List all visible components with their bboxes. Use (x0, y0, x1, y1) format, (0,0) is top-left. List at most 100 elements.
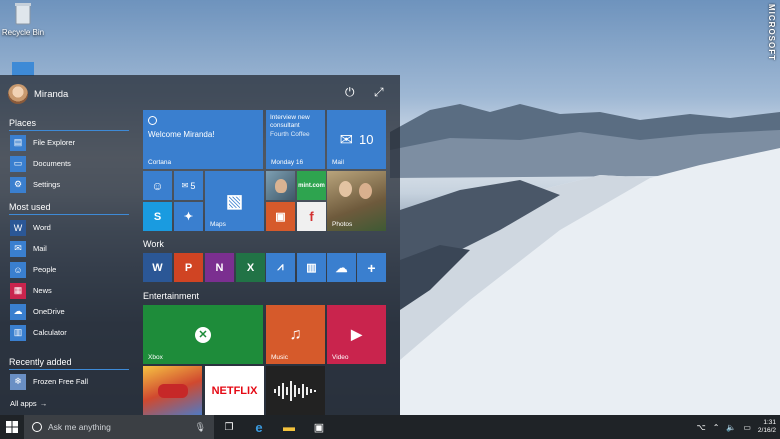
tile-people[interactable]: ☺ (143, 171, 172, 200)
app-mail[interactable]: ✉ Mail (10, 239, 47, 258)
tile-mint[interactable]: mint.com (297, 171, 326, 200)
tile-word[interactable]: W (143, 253, 172, 282)
tile-contact-photo[interactable] (266, 171, 295, 200)
calendar-date: Monday 16 (271, 159, 304, 166)
mail-count: 10 (358, 132, 374, 147)
taskbar-file-explorer[interactable]: ▬ (274, 415, 304, 439)
tile-onenote[interactable]: N (205, 253, 234, 282)
start-menu: Miranda Places ▤ File Explorer ▭ Documen… (0, 75, 400, 415)
windows-store-desktop-icon[interactable] (12, 62, 34, 76)
mail-icon: ✉ (339, 131, 353, 149)
clock[interactable]: 1:31 2/16/2 (758, 419, 776, 435)
item-label: Calculator (33, 328, 67, 337)
tile-onedrive[interactable]: ☁ (327, 253, 356, 282)
app-people[interactable]: ☺ People (10, 260, 56, 279)
tile-add[interactable]: + (357, 253, 386, 282)
tile-audio-app[interactable] (266, 366, 325, 415)
photo-person-icon (339, 181, 352, 197)
tile-excel[interactable]: X (236, 253, 265, 282)
start-button[interactable] (0, 415, 24, 439)
trash-icon (15, 3, 31, 25)
car-icon (157, 383, 188, 398)
all-apps-button[interactable]: All apps → (10, 399, 47, 408)
item-label: Frozen Free Fall (33, 377, 89, 386)
taskbar-edge[interactable]: e (244, 415, 274, 439)
item-label: Settings (33, 180, 61, 189)
tile-skype[interactable]: S (143, 202, 172, 231)
tile-calendar[interactable]: Interview new consultant Fourth Coffee M… (266, 110, 325, 169)
news-icon: ▦ (10, 282, 26, 299)
chat-icon: ✉ (181, 181, 189, 190)
tile-twitter[interactable]: ✦ (174, 202, 203, 231)
store-bag-icon: ▣ (275, 211, 286, 223)
tile-mail[interactable]: ✉ 10 Mail (327, 110, 386, 169)
tile-photos[interactable]: Photos (327, 171, 386, 231)
tile-calculator[interactable]: ▥ (297, 253, 326, 282)
chevron-up-icon[interactable]: ⌃ (713, 423, 720, 432)
cloud-icon: ☁ (10, 303, 26, 320)
tile-flipboard[interactable]: f (297, 202, 326, 231)
browser-e-icon: e (255, 419, 263, 435)
power-icon[interactable]: ⏻ (345, 85, 355, 100)
taskbar-store[interactable]: ▣ (304, 415, 334, 439)
tile-music[interactable]: ♫ Music (266, 305, 325, 364)
app-word[interactable]: W Word (10, 218, 51, 237)
task-view-button[interactable]: ❐ (214, 415, 244, 439)
excel-icon: X (246, 261, 255, 274)
user-account[interactable]: Miranda (8, 83, 68, 105)
app-news[interactable]: ▦ News (10, 281, 52, 300)
tile-video[interactable]: ▶ Video (327, 305, 386, 364)
video-play-icon: ▶ (351, 326, 362, 342)
task-view-icon: ❐ (224, 421, 234, 433)
item-label: File Explorer (33, 138, 76, 147)
app-calculator[interactable]: ▥ Calculator (10, 323, 67, 342)
clock-time: 1:31 (763, 419, 776, 426)
expand-icon[interactable]: ⤢ (374, 85, 384, 100)
place-file-explorer[interactable]: ▤ File Explorer (10, 133, 75, 152)
tile-maps[interactable]: ▧ Maps (205, 171, 264, 231)
xbox-icon: ✕ (195, 326, 211, 343)
places-heading: Places (9, 118, 129, 131)
microphone-icon[interactable]: 🎙 (195, 422, 206, 433)
tile-finance[interactable]: ⩘ (266, 253, 295, 282)
map-icon: ▧ (225, 190, 243, 211)
search-box[interactable]: Ask me anything 🎙 (24, 415, 214, 439)
volume-icon[interactable]: 🔈 (726, 423, 736, 432)
start-menu-left-column: Miranda Places ▤ File Explorer ▭ Documen… (0, 75, 134, 415)
plus-icon: + (367, 259, 376, 276)
tile-messaging[interactable]: ✉ 5 (174, 171, 203, 200)
tile-label: Xbox (148, 354, 163, 361)
person-photo-icon (274, 178, 287, 193)
watermark: MICROSOFT (767, 4, 776, 61)
tile-netflix[interactable]: NETFLIX (205, 366, 264, 415)
store-bag-icon: ▣ (313, 421, 325, 434)
clock-date: 2/16/2 (757, 427, 776, 434)
tile-store[interactable]: ▣ (266, 202, 295, 231)
cloud-icon: ☁ (335, 260, 348, 275)
people-icon: ☺ (151, 178, 164, 193)
tile-label: Cortana (148, 159, 172, 166)
avatar (8, 84, 28, 104)
place-documents[interactable]: ▭ Documents (10, 154, 71, 173)
action-center-icon[interactable]: ▭ (743, 423, 751, 432)
game-icon: ❄ (10, 373, 26, 390)
app-onedrive[interactable]: ☁ OneDrive (10, 302, 65, 321)
mint-label: mint.com (298, 182, 325, 189)
mail-icon: ✉ (10, 240, 26, 257)
app-frozen-free-fall[interactable]: ❄ Frozen Free Fall (10, 372, 88, 391)
taskbar: Ask me anything 🎙 ❐ e ▬ ▣ ⌥ ⌃ 🔈 ▭ 1:31 2… (0, 415, 780, 439)
tile-powerpoint[interactable]: P (174, 253, 203, 282)
user-name: Miranda (34, 88, 69, 100)
tile-cars-game[interactable] (143, 366, 202, 415)
network-icon[interactable]: ⌥ (696, 423, 705, 432)
calculator-icon: ▥ (306, 262, 317, 274)
tile-cortana[interactable]: Welcome Miranda! Cortana (143, 110, 263, 169)
document-icon: ▭ (10, 155, 26, 172)
item-label: Documents (33, 159, 71, 168)
recently-added-heading: Recently added (9, 357, 129, 370)
tile-xbox[interactable]: ✕ Xbox (143, 305, 263, 364)
recycle-bin-icon[interactable]: Recycle Bin (0, 2, 46, 37)
cortana-circle-icon (148, 116, 157, 125)
place-settings[interactable]: ⚙ Settings (10, 175, 60, 194)
onenote-icon: N (215, 261, 224, 274)
